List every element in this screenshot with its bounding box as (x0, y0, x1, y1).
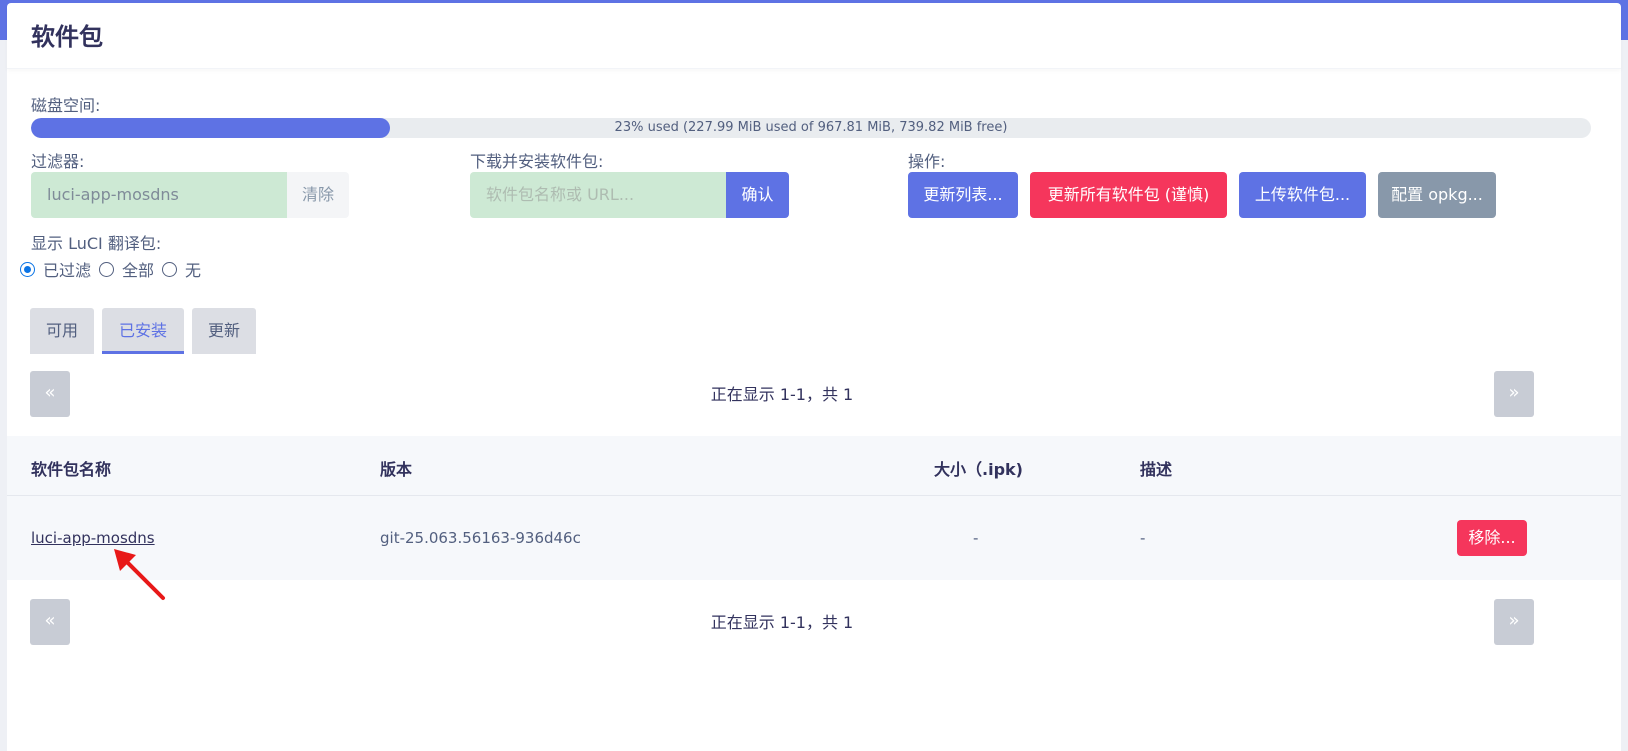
disk-usage-text: 23% used (227.99 MiB used of 967.81 MiB,… (614, 120, 1008, 135)
pager-next-button-top[interactable]: » (1494, 371, 1534, 417)
tab-updates[interactable]: 更新 (192, 308, 256, 354)
column-header-name: 软件包名称 (31, 460, 112, 479)
download-url-input[interactable] (470, 172, 726, 218)
card-header: 软件包 (7, 3, 1621, 69)
radio-all-label: 全部 (122, 261, 155, 280)
pager-prev-button-top[interactable]: « (30, 371, 70, 417)
column-header-description: 描述 (1140, 460, 1173, 479)
pager-status-bottom: 正在显示 1-1，共 1 (710, 613, 854, 632)
configure-opkg-button[interactable]: 配置 opkg... (1378, 172, 1496, 218)
actions-label: 操作: (908, 152, 946, 171)
annotation-arrow-icon (114, 549, 165, 600)
upgrade-all-button[interactable]: 更新所有软件包 (谨慎) (1030, 172, 1227, 218)
column-header-version: 版本 (380, 460, 413, 479)
translations-label: 显示 LuCI 翻译包: (31, 234, 162, 253)
upload-package-button[interactable]: 上传软件包... (1239, 172, 1366, 218)
radio-none[interactable] (162, 261, 178, 277)
filter-label: 过滤器: (31, 152, 85, 171)
package-version: git-25.063.56163-936d46c (380, 529, 581, 547)
download-label: 下载并安装软件包: (470, 152, 604, 171)
radio-filtered[interactable] (20, 261, 35, 277)
tab-installed[interactable]: 已安装 (102, 308, 184, 354)
pager-next-button-bottom[interactable]: » (1494, 599, 1534, 645)
update-lists-button[interactable]: 更新列表... (908, 172, 1018, 218)
translations-radio-group: 已过滤 全部 无 (20, 257, 209, 281)
pager-status-top: 正在显示 1-1，共 1 (710, 385, 854, 404)
packages-card: 软件包 (7, 3, 1621, 751)
radio-filtered-label: 已过滤 (43, 261, 92, 280)
remove-package-button[interactable]: 移除... (1457, 520, 1527, 556)
filter-clear-button[interactable]: 清除 (287, 172, 349, 218)
download-confirm-button[interactable]: 确认 (726, 172, 789, 218)
package-description: - (1140, 529, 1146, 547)
disk-usage-bar: 23% used (227.99 MiB used of 967.81 MiB,… (31, 118, 1591, 138)
tab-available[interactable]: 可用 (30, 308, 94, 354)
page-title: 软件包 (31, 23, 103, 51)
column-header-size: 大小（.ipk) (934, 460, 1023, 479)
disk-space-label: 磁盘空间: (31, 96, 101, 115)
pager-prev-button-bottom[interactable]: « (30, 599, 70, 645)
table-header: 软件包名称 版本 大小（.ipk) 描述 (7, 436, 1621, 496)
filter-input[interactable] (31, 172, 287, 218)
radio-none-label: 无 (185, 261, 202, 280)
package-size: - (973, 529, 979, 547)
radio-all[interactable] (99, 261, 115, 277)
table-row: luci-app-mosdns git-25.063.56163-936d46c… (7, 496, 1621, 580)
